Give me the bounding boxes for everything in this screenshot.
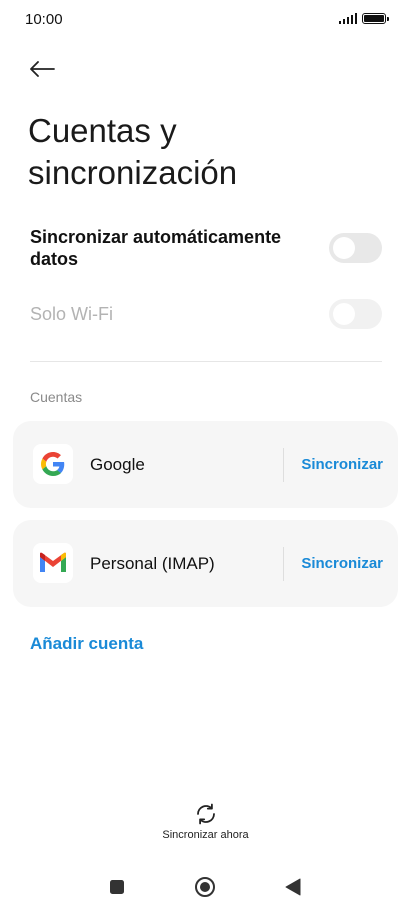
divider bbox=[30, 361, 382, 362]
sync-icon bbox=[196, 803, 215, 825]
account-card-google[interactable]: Google Sincronizar bbox=[13, 421, 398, 508]
add-account-button[interactable]: Añadir cuenta bbox=[30, 634, 143, 654]
account-name: Personal (IMAP) bbox=[90, 553, 215, 573]
arrow-left-icon bbox=[30, 61, 55, 77]
account-card-personal-imap[interactable]: Personal (IMAP) Sincronizar bbox=[13, 520, 398, 607]
battery-icon bbox=[362, 13, 389, 24]
separator bbox=[283, 547, 284, 581]
back-nav-button[interactable] bbox=[281, 875, 305, 899]
page-title: Cuentas y sincronización bbox=[28, 112, 238, 191]
recents-button[interactable] bbox=[105, 875, 129, 899]
home-circle-icon bbox=[195, 877, 215, 897]
wifi-only-row: Solo Wi-Fi bbox=[30, 299, 382, 329]
accounts-section-label: Cuentas bbox=[30, 389, 83, 405]
separator bbox=[283, 448, 284, 482]
account-name: Google bbox=[90, 454, 145, 474]
square-icon bbox=[110, 880, 124, 894]
sync-personal-imap-button[interactable]: Sincronizar bbox=[301, 555, 383, 572]
status-time: 10:00 bbox=[25, 11, 63, 28]
status-bar: 10:00 bbox=[0, 0, 411, 40]
triangle-back-icon bbox=[285, 878, 301, 896]
navigation-bar bbox=[0, 870, 411, 904]
back-button[interactable] bbox=[22, 52, 62, 86]
google-icon bbox=[33, 444, 73, 484]
sync-google-button[interactable]: Sincronizar bbox=[301, 456, 383, 473]
home-button[interactable] bbox=[193, 875, 217, 899]
auto-sync-label: Sincronizar automáticamente datos bbox=[30, 227, 282, 269]
gmail-icon bbox=[33, 543, 73, 583]
wifi-only-label: Solo Wi-Fi bbox=[30, 304, 114, 324]
status-icons bbox=[338, 13, 389, 24]
sync-now-label: Sincronizar ahora bbox=[162, 829, 249, 841]
auto-sync-row[interactable]: Sincronizar automáticamente datos bbox=[30, 226, 382, 270]
sync-now-button[interactable]: Sincronizar ahora bbox=[0, 802, 411, 841]
wifi-only-toggle bbox=[329, 299, 382, 329]
auto-sync-toggle[interactable] bbox=[329, 233, 382, 263]
signal-icon bbox=[338, 13, 357, 24]
